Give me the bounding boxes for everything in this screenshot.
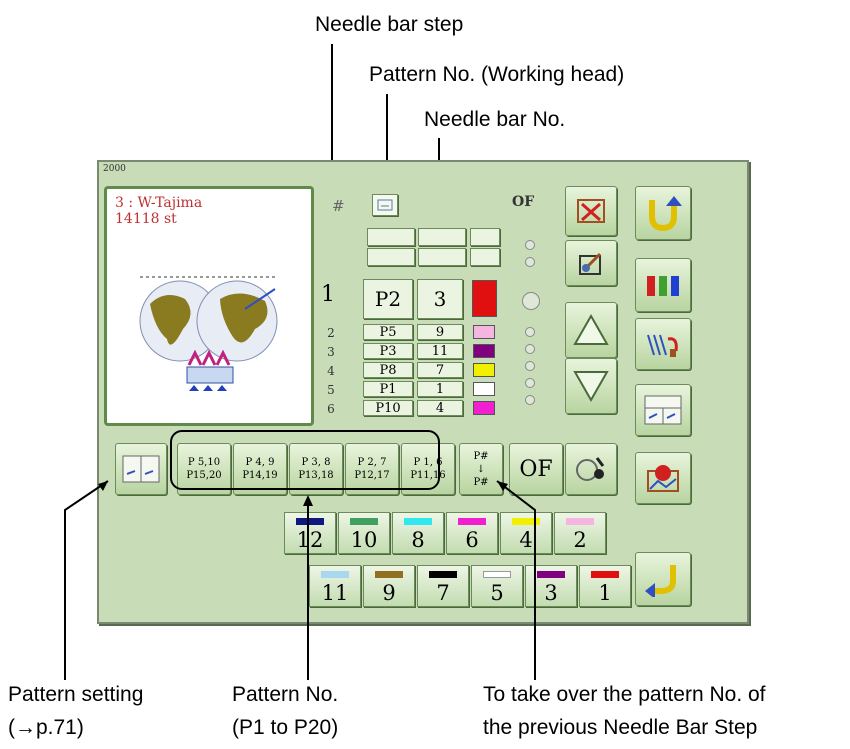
callout-take-over-l2: the previous Needle Bar Step: [483, 716, 758, 739]
callout-pattern-no-l2: (P1 to P20): [232, 716, 339, 739]
callout-pattern-setting-l1: Pattern setting: [8, 683, 144, 706]
callout-take-over-l1: To take over the pattern No. of: [483, 683, 766, 706]
callout-pattern-no-l1: Pattern No.: [232, 683, 339, 706]
leader-lines-bottom: [64, 480, 536, 680]
callout-pattern-setting-l2: (→p.71): [8, 716, 84, 739]
